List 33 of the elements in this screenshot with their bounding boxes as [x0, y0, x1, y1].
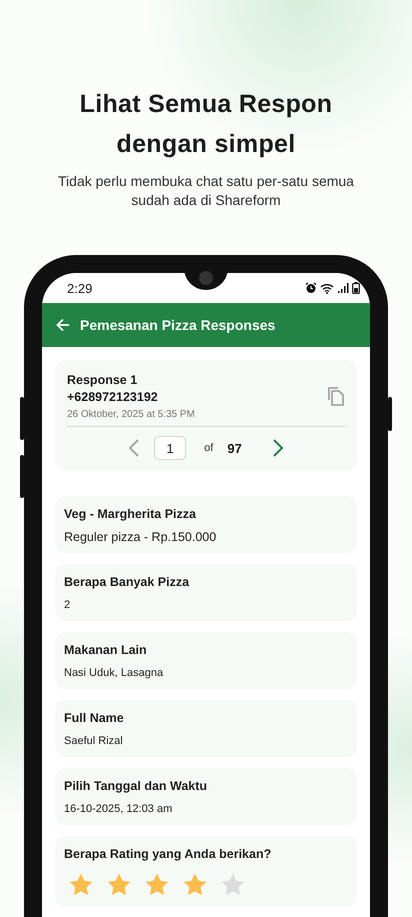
- of-label: of: [204, 442, 214, 454]
- phone-number: +628972123192: [67, 389, 159, 406]
- question-label: Full Name: [64, 710, 125, 726]
- answer-text: Nasi Uduk, Lasagna: [64, 666, 164, 680]
- signal-icon: [337, 282, 349, 294]
- answer-text: Saeful Rizal: [64, 734, 124, 748]
- headline: Lihat Semua Respon dengan simpel: [78, 89, 334, 160]
- timestamp: 26 Oktober, 2025 at 5:35 PM: [67, 409, 195, 420]
- answer-text: 2: [64, 598, 72, 612]
- question-label: Berapa Rating yang Anda berikan?: [64, 846, 272, 862]
- copy-icon[interactable]: [327, 386, 345, 406]
- question-label: Pilih Tanggal dan Waktu: [64, 778, 208, 794]
- question-label: Berapa Banyak Pizza: [64, 574, 190, 590]
- response-label: Response 1: [67, 372, 138, 389]
- subtitle: Tidak perlu membuka chat satu per-satu semua sudah ada di Shareform: [57, 172, 355, 210]
- star-icon: [144, 872, 170, 898]
- empty-star-icon: [220, 872, 246, 898]
- back-arrow-icon[interactable]: [56, 318, 70, 332]
- alarm-icon: [305, 282, 317, 294]
- wifi-icon: [320, 282, 334, 294]
- star-icon: [182, 872, 208, 898]
- page-input[interactable]: 1: [154, 436, 186, 460]
- page-total: 97: [227, 440, 242, 456]
- next-button[interactable]: [272, 439, 284, 457]
- status-time: 2:29: [67, 280, 92, 296]
- answer-text: Reguler pizza - Rp.150.000: [64, 530, 218, 544]
- question-label: Veg - Margherita Pizza: [64, 506, 197, 522]
- star-icon: [68, 872, 94, 898]
- answer-text: 16-10-2025, 12:03 am: [64, 802, 174, 816]
- star-icon: [106, 872, 132, 898]
- battery-icon: [352, 282, 360, 294]
- question-label: Makanan Lain: [64, 642, 148, 658]
- screen-title: Pemesanan Pizza Responses: [80, 317, 276, 333]
